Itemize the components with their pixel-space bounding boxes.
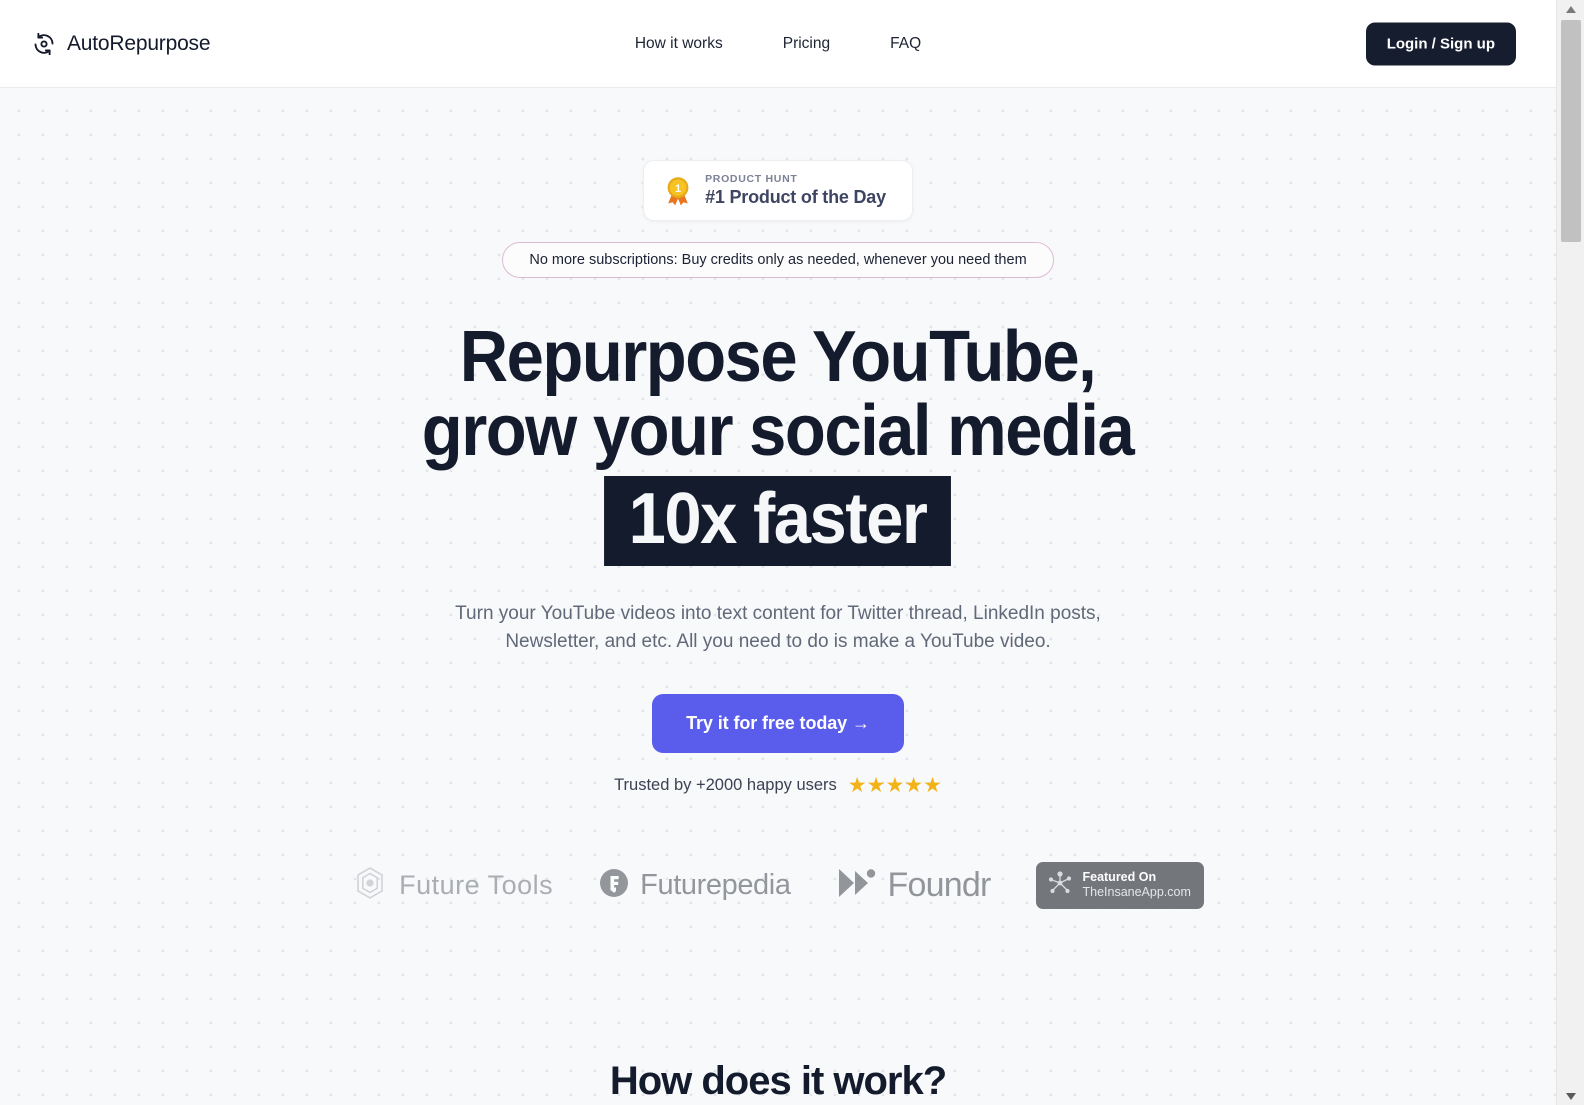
brand-logo[interactable]: AutoRepurpose [32,31,211,56]
molecule-network-icon [1047,870,1073,901]
hero-section: 1 PRODUCT HUNT #1 Product of the Day No … [0,88,1556,1105]
nav-item-how-it-works[interactable]: How it works [635,35,723,53]
headline-line-2: grow your social media [422,391,1135,472]
try-it-free-button[interactable]: Try it for free today → [652,693,904,753]
logo-future-tools: Future Tools [352,865,553,906]
circle-f-logo-icon [599,868,629,903]
scroll-down-arrow-icon[interactable] [1557,1087,1584,1105]
featured-on-line-2: TheInsaneApp.com [1082,885,1191,900]
logo-label-futurepedia: Futurepedia [640,868,791,901]
featured-on-line-1: Featured On [1082,869,1157,884]
subtitle-line-2: Newsletter, and etc. All you need to do … [505,631,1051,653]
trust-line: Trusted by +2000 happy users ★★★★★ [614,775,942,796]
refresh-cycle-icon [32,32,56,56]
hero-headline: Repurpose YouTube, grow your social medi… [422,317,1135,567]
logo-label-future-tools: Future Tools [399,869,554,900]
partner-logos: Future Tools Futurepedia Foundr Featured… [352,861,1204,909]
featured-on-badge: Featured On TheInsaneApp.com [1036,861,1204,909]
subtitle-line-1: Turn your YouTube videos into text conte… [455,603,1101,625]
logo-label-foundr: Foundr [887,865,992,904]
nav-item-faq[interactable]: FAQ [890,35,921,53]
login-signup-button[interactable]: Login / Sign up [1365,22,1516,65]
double-chevron-logo-icon [837,866,877,905]
scroll-up-arrow-icon[interactable] [1557,0,1584,18]
how-does-it-work-heading: How does it work? [609,1058,947,1103]
hexagon-logo-icon [352,865,388,906]
nav-item-pricing[interactable]: Pricing [783,35,830,53]
gold-medal-icon: 1 [664,176,692,206]
brand-name: AutoRepurpose [67,31,211,55]
svg-text:1: 1 [675,183,681,195]
main-nav: How it works Pricing FAQ [635,35,921,53]
trust-text: Trusted by +2000 happy users [614,775,837,794]
headline-highlight: 10x faster [604,476,952,567]
page-scrollbar[interactable] [1556,0,1584,1105]
headline-line-1: Repurpose YouTube, [460,317,1097,397]
product-hunt-title: #1 Product of the Day [705,187,886,207]
product-hunt-kicker: PRODUCT HUNT [705,173,798,185]
logo-foundr: Foundr [837,866,991,905]
rating-stars: ★★★★★ [847,773,942,797]
product-hunt-badge[interactable]: 1 PRODUCT HUNT #1 Product of the Day [643,160,913,221]
credits-announcement-pill[interactable]: No more subscriptions: Buy credits only … [502,242,1054,278]
scrollbar-thumb[interactable] [1561,20,1581,242]
site-header: AutoRepurpose How it works Pricing FAQ L… [0,0,1556,88]
hero-subtitle: Turn your YouTube videos into text conte… [455,600,1101,655]
logo-futurepedia: Futurepedia [599,868,791,903]
page-viewport: AutoRepurpose How it works Pricing FAQ L… [0,0,1556,1105]
